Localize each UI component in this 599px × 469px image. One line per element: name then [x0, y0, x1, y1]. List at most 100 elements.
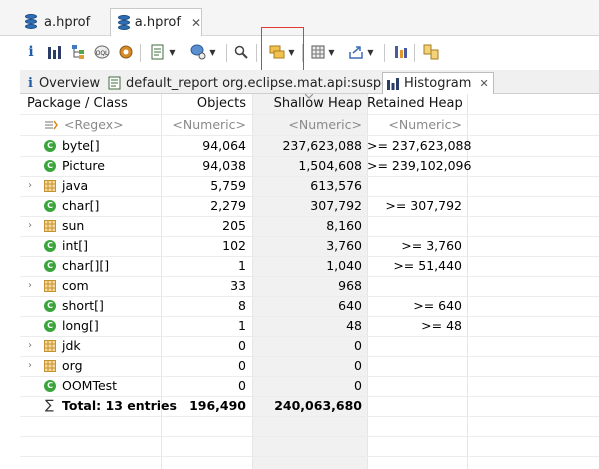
- row-retained-heap: >= 640: [413, 298, 462, 313]
- compare-button[interactable]: [422, 42, 440, 62]
- row-objects: 94,038: [202, 158, 246, 173]
- close-icon[interactable]: ✕: [191, 16, 201, 30]
- expand-chevron-icon[interactable]: ›: [28, 216, 32, 236]
- run-expert-test-button[interactable]: [392, 42, 410, 62]
- total-label: Total: 13 entries: [62, 398, 177, 413]
- calculator-icon: [311, 45, 325, 59]
- row-name: com: [62, 278, 89, 293]
- reports-dropdown-button[interactable]: ▼: [146, 42, 180, 62]
- heap-dump-details-button[interactable]: [116, 42, 136, 62]
- row-retained-heap: >= 51,440: [393, 258, 462, 273]
- filter-row: <Regex> <Numeric> <Numeric> <Numeric>: [20, 115, 599, 135]
- calculator-dropdown-button[interactable]: ▼: [306, 42, 340, 62]
- row-name: byte[]: [62, 138, 100, 153]
- row-objects: 0: [238, 338, 246, 353]
- table-header: Package / Class Objects Shallow Heap Ret…: [20, 94, 599, 114]
- row-retained-heap: >= 237,623,088: [367, 138, 472, 153]
- table-row[interactable]: C Picture 94,038 1,504,608 >= 239,102,096: [20, 156, 599, 176]
- class-icon: C: [44, 320, 56, 332]
- table-row[interactable]: › org 0 0: [20, 356, 599, 376]
- row-name: jdk: [62, 338, 81, 353]
- row-name: short[]: [62, 298, 104, 313]
- row-name: java: [62, 178, 89, 193]
- class-icon: C: [44, 140, 56, 152]
- row-shallow-heap: 0: [354, 338, 362, 353]
- table-row[interactable]: › com 33 968: [20, 276, 599, 296]
- objects-filter-input[interactable]: <Numeric>: [161, 115, 246, 135]
- dominator-tree-icon: [72, 45, 84, 59]
- expand-chevron-icon[interactable]: ›: [28, 336, 32, 356]
- editor-tab-a-hprof-2[interactable]: a.hprof ✕: [110, 8, 202, 36]
- database-icon: [117, 14, 130, 31]
- table-row[interactable]: C OOMTest 0 0: [20, 376, 599, 396]
- row-retained-heap: [367, 176, 462, 196]
- tab-default-report[interactable]: default_report org.eclipse.mat.api:suspe…: [104, 72, 412, 94]
- table-row[interactable]: Cint[] 102 3,760 >= 3,760: [20, 236, 599, 256]
- retained-filter-input[interactable]: <Numeric>: [367, 115, 462, 135]
- regex-filter-input[interactable]: <Regex>: [64, 115, 124, 135]
- row-name: int[]: [62, 238, 89, 253]
- row-objects: 0: [238, 358, 246, 373]
- row-retained-heap: >= 3,760: [401, 238, 462, 253]
- expand-chevron-icon[interactable]: ›: [28, 276, 32, 296]
- table-row[interactable]: › java 5,759 613,576: [20, 176, 599, 196]
- tab-overview[interactable]: i Overview: [24, 72, 104, 94]
- tab-histogram[interactable]: Histogram ✕: [382, 72, 494, 94]
- oql-button[interactable]: OQL: [92, 42, 112, 62]
- column-header-package-class[interactable]: Package / Class: [27, 94, 128, 114]
- export-dropdown-button[interactable]: ▼: [344, 42, 378, 62]
- expand-chevron-icon[interactable]: ›: [28, 356, 32, 376]
- row-retained-heap: >= 239,102,096: [367, 158, 472, 173]
- editor-tab-a-hprof-1[interactable]: a.hprof: [18, 8, 108, 36]
- shallow-filter-input[interactable]: <Numeric>: [252, 115, 362, 135]
- row-name: org: [62, 358, 83, 373]
- gear-icon: [119, 45, 133, 59]
- toolbar-separator: [256, 44, 257, 62]
- row-name: OOMTest: [62, 378, 118, 393]
- table-row[interactable]: Cchar[] 2,279 307,792 >= 307,792: [20, 196, 599, 216]
- tab-default-report-label: default_report org.eclipse.mat.api:suspe…: [126, 75, 409, 91]
- query-browser-dropdown-button[interactable]: ▼: [186, 42, 220, 62]
- row-retained-heap: [367, 276, 462, 296]
- row-shallow-heap: 0: [354, 358, 362, 373]
- editor-tab-label: a.hprof: [44, 14, 91, 30]
- table-row[interactable]: Cbyte[] 94,064 237,623,088 >= 237,623,088: [20, 136, 599, 156]
- class-icon: C: [44, 380, 56, 392]
- table-row[interactable]: › sun 205 8,160: [20, 216, 599, 236]
- column-header-objects[interactable]: Objects: [161, 94, 246, 114]
- chevron-down-icon: ▼: [328, 47, 335, 57]
- expand-chevron-icon[interactable]: ›: [28, 176, 32, 196]
- row-retained-heap: >= 48: [421, 318, 462, 333]
- info-icon: i: [28, 44, 34, 60]
- table-row[interactable]: › jdk 0 0: [20, 336, 599, 356]
- row-shallow-heap: 48: [346, 318, 362, 333]
- total-retained-heap: [367, 396, 462, 416]
- histogram-icon: [387, 77, 399, 90]
- row-objects: 33: [230, 278, 246, 293]
- dominator-tree-button[interactable]: [68, 42, 88, 62]
- info-button[interactable]: i: [24, 42, 38, 62]
- row-objects: 1: [238, 318, 246, 333]
- total-shallow-heap: 240,063,680: [274, 398, 362, 413]
- column-header-retained-heap[interactable]: Retained Heap: [367, 94, 463, 114]
- row-objects: 0: [238, 378, 246, 393]
- close-icon[interactable]: ✕: [479, 77, 488, 90]
- histogram-button[interactable]: [44, 42, 64, 62]
- search-button[interactable]: [232, 42, 250, 62]
- query-browser-icon: [190, 44, 206, 60]
- row-shallow-heap: 0: [354, 378, 362, 393]
- row-retained-heap: >= 307,792: [385, 198, 462, 213]
- info-icon: i: [28, 75, 33, 91]
- row-shallow-heap: 8,160: [326, 218, 362, 233]
- row-name: long[]: [62, 318, 99, 333]
- row-objects: 1: [238, 258, 246, 273]
- chevron-down-icon: ▼: [367, 47, 374, 57]
- class-icon: C: [44, 260, 56, 272]
- class-icon: C: [44, 300, 56, 312]
- row-shallow-heap: 640: [338, 298, 362, 313]
- table-row[interactable]: Cshort[] 8 640 >= 640: [20, 296, 599, 316]
- table-row[interactable]: Cchar[][] 1 1,040 >= 51,440: [20, 256, 599, 276]
- toolbar-separator: [414, 44, 415, 62]
- sort-descending-icon: [305, 94, 313, 99]
- table-row[interactable]: Clong[] 1 48 >= 48: [20, 316, 599, 336]
